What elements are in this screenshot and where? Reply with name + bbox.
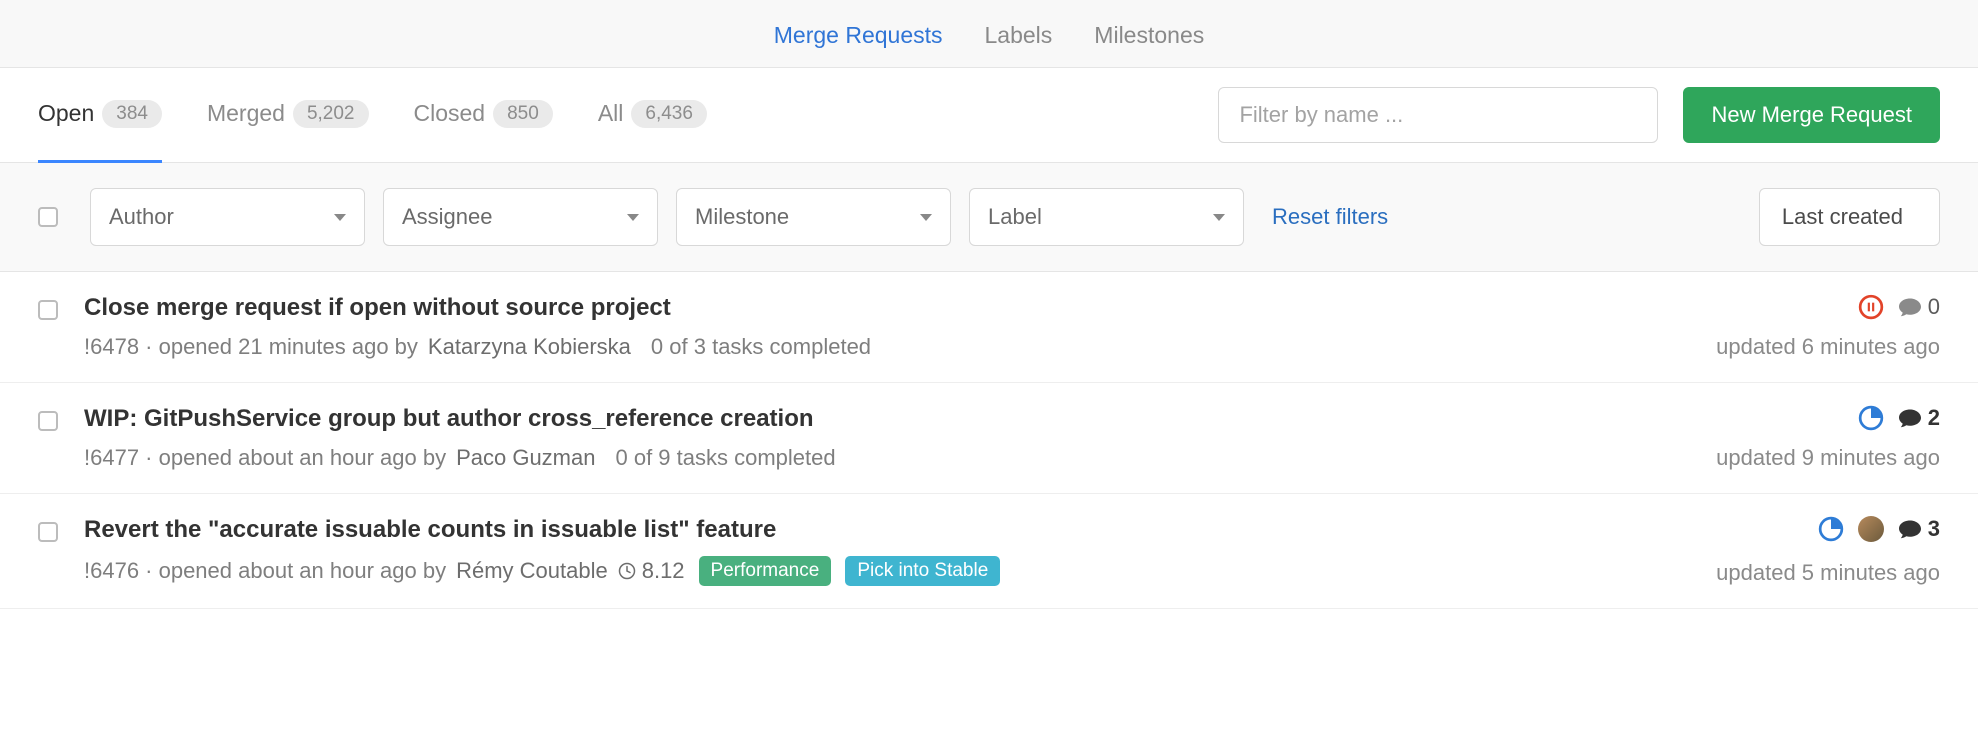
comment-icon bbox=[1898, 519, 1922, 540]
state-tab-open[interactable]: Open 384 bbox=[38, 68, 162, 163]
row-checkbox[interactable] bbox=[38, 411, 58, 431]
state-tab-count: 384 bbox=[102, 100, 162, 128]
reset-filters-link[interactable]: Reset filters bbox=[1272, 204, 1388, 230]
mr-right: 2 updated 9 minutes ago bbox=[1600, 405, 1940, 471]
comments-count[interactable]: 2 bbox=[1898, 405, 1940, 431]
comment-icon bbox=[1898, 408, 1922, 429]
sort-dropdown[interactable]: Last created bbox=[1759, 188, 1940, 246]
mr-tasks: 0 of 3 tasks completed bbox=[651, 334, 871, 360]
mr-updated: updated 5 minutes ago bbox=[1716, 560, 1940, 586]
mr-main: Close merge request if open without sour… bbox=[84, 294, 1574, 360]
mr-title-link[interactable]: Close merge request if open without sour… bbox=[84, 294, 1574, 322]
select-all-checkbox[interactable] bbox=[38, 207, 58, 227]
row-checkbox[interactable] bbox=[38, 522, 58, 542]
mr-title-link[interactable]: WIP: GitPushService group but author cro… bbox=[84, 405, 1574, 433]
chevron-down-icon bbox=[627, 214, 639, 221]
mr-author-link[interactable]: Paco Guzman bbox=[456, 445, 595, 471]
state-tab-label: Merged bbox=[207, 100, 285, 127]
mr-right: 3 updated 5 minutes ago bbox=[1600, 516, 1940, 586]
chevron-down-icon bbox=[920, 214, 932, 221]
merge-request-row: Close merge request if open without sour… bbox=[0, 272, 1978, 383]
chevron-down-icon bbox=[334, 214, 346, 221]
mr-main: Revert the "accurate issuable counts in … bbox=[84, 516, 1574, 586]
state-tab-merged[interactable]: Merged 5,202 bbox=[207, 68, 369, 163]
mr-status-icons: 0 bbox=[1858, 294, 1940, 320]
mr-author-link[interactable]: Katarzyna Kobierska bbox=[428, 334, 631, 360]
state-tab-label: Open bbox=[38, 100, 94, 127]
mr-updated: updated 9 minutes ago bbox=[1716, 445, 1940, 471]
mr-status-icons: 3 bbox=[1818, 516, 1940, 542]
state-tab-count: 850 bbox=[493, 100, 553, 128]
author-dropdown[interactable]: Author bbox=[90, 188, 365, 246]
filter-by-name-input[interactable] bbox=[1218, 87, 1658, 143]
ci-running-icon bbox=[1858, 405, 1884, 431]
comment-icon bbox=[1898, 297, 1922, 318]
merge-request-row: WIP: GitPushService group but author cro… bbox=[0, 383, 1978, 494]
dropdown-label: Assignee bbox=[402, 204, 493, 230]
mr-meta: !6476 · opened about an hour ago by Rémy… bbox=[84, 556, 1574, 586]
mr-meta: !6478 · opened 21 minutes ago by Katarzy… bbox=[84, 334, 1574, 360]
nav-link-merge-requests[interactable]: Merge Requests bbox=[774, 22, 943, 49]
mr-updated: updated 6 minutes ago bbox=[1716, 334, 1940, 360]
state-tab-count: 6,436 bbox=[631, 100, 707, 128]
comments-count[interactable]: 3 bbox=[1898, 516, 1940, 542]
filter-dropdowns: Author Assignee Milestone Label bbox=[90, 188, 1244, 246]
label-chip[interactable]: Performance bbox=[699, 556, 832, 586]
label-chip[interactable]: Pick into Stable bbox=[845, 556, 1000, 586]
comments-number: 2 bbox=[1928, 405, 1940, 431]
comments-number: 0 bbox=[1928, 294, 1940, 320]
assignee-avatar[interactable] bbox=[1858, 516, 1884, 542]
comments-count[interactable]: 0 bbox=[1898, 294, 1940, 320]
tabs-row: Open 384 Merged 5,202 Closed 850 All 6,436 New … bbox=[0, 68, 1978, 163]
merge-request-list: Close merge request if open without sour… bbox=[0, 272, 1978, 609]
assignee-dropdown[interactable]: Assignee bbox=[383, 188, 658, 246]
merge-request-row: Revert the "accurate issuable counts in … bbox=[0, 494, 1978, 609]
state-tabs: Open 384 Merged 5,202 Closed 850 All 6,436 bbox=[38, 68, 1218, 163]
ci-pending-icon bbox=[1858, 294, 1884, 320]
row-checkbox[interactable] bbox=[38, 300, 58, 320]
mr-author-link[interactable]: Rémy Coutable bbox=[456, 558, 608, 584]
mr-main: WIP: GitPushService group but author cro… bbox=[84, 405, 1574, 471]
milestone-label: 8.12 bbox=[642, 558, 685, 584]
dropdown-label: Author bbox=[109, 204, 174, 230]
new-merge-request-button[interactable]: New Merge Request bbox=[1683, 87, 1940, 143]
state-tab-all[interactable]: All 6,436 bbox=[598, 68, 707, 163]
mr-reference: !6476 · opened about an hour ago by bbox=[84, 558, 446, 584]
nav-link-labels[interactable]: Labels bbox=[985, 22, 1053, 49]
mr-reference: !6477 · opened about an hour ago by bbox=[84, 445, 446, 471]
filters-bar: Author Assignee Milestone Label Reset filte… bbox=[0, 163, 1978, 272]
sort-label: Last created bbox=[1782, 204, 1903, 230]
state-tab-label: Closed bbox=[414, 100, 486, 127]
nav-link-milestones[interactable]: Milestones bbox=[1094, 22, 1204, 49]
mr-meta: !6477 · opened about an hour ago by Paco… bbox=[84, 445, 1574, 471]
mr-milestone[interactable]: 8.12 bbox=[618, 558, 685, 584]
mr-tasks: 0 of 9 tasks completed bbox=[615, 445, 835, 471]
dropdown-label: Label bbox=[988, 204, 1042, 230]
state-tab-closed[interactable]: Closed 850 bbox=[414, 68, 553, 163]
mr-status-icons: 2 bbox=[1858, 405, 1940, 431]
top-nav: Merge Requests Labels Milestones bbox=[0, 0, 1978, 68]
milestone-dropdown[interactable]: Milestone bbox=[676, 188, 951, 246]
state-tab-label: All bbox=[598, 100, 624, 127]
mr-reference: !6478 · opened 21 minutes ago by bbox=[84, 334, 418, 360]
mr-title-link[interactable]: Revert the "accurate issuable counts in … bbox=[84, 516, 1574, 544]
mr-right: 0 updated 6 minutes ago bbox=[1600, 294, 1940, 360]
clock-icon bbox=[618, 562, 636, 580]
comments-number: 3 bbox=[1928, 516, 1940, 542]
label-dropdown[interactable]: Label bbox=[969, 188, 1244, 246]
state-tab-count: 5,202 bbox=[293, 100, 369, 128]
ci-running-icon bbox=[1818, 516, 1844, 542]
chevron-down-icon bbox=[1213, 214, 1225, 221]
dropdown-label: Milestone bbox=[695, 204, 789, 230]
